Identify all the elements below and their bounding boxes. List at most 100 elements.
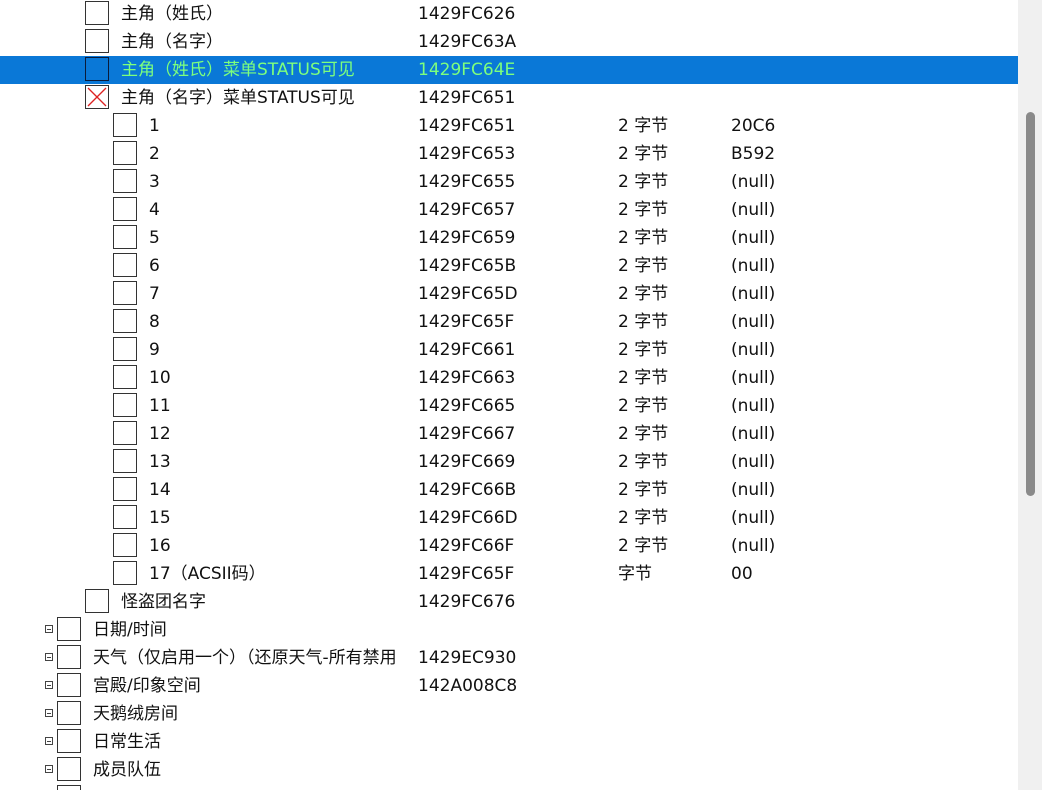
row-value xyxy=(731,588,931,616)
row-description: 3 xyxy=(149,172,160,192)
table-row[interactable]: 天鹅绒房间 xyxy=(0,700,1018,728)
row-address: 1429FC655 xyxy=(418,172,516,192)
active-checkbox[interactable] xyxy=(85,57,109,81)
table-row[interactable]: 16 1429FC66F 2 字节 (null) xyxy=(0,532,1018,560)
row-description: 主角（名字） xyxy=(121,32,223,52)
active-checkbox[interactable] xyxy=(113,113,137,137)
table-row[interactable]: 12 1429FC667 2 字节 (null) xyxy=(0,420,1018,448)
collapse-toggle-icon[interactable] xyxy=(45,709,53,717)
row-description: 天气（仅启用一个）（还原天气-所有禁用 xyxy=(93,648,397,668)
row-value: (null) xyxy=(731,172,776,192)
table-row[interactable]: 日期/时间 xyxy=(0,616,1018,644)
active-checkbox[interactable] xyxy=(113,505,137,529)
row-address: 1429FC663 xyxy=(418,368,516,388)
table-row[interactable]: 13 1429FC669 2 字节 (null) xyxy=(0,448,1018,476)
table-row[interactable]: 成员队伍 xyxy=(0,756,1018,784)
table-row[interactable]: 7 1429FC65D 2 字节 (null) xyxy=(0,280,1018,308)
active-checkbox[interactable] xyxy=(85,85,109,109)
row-description: 16 xyxy=(149,536,171,556)
table-row[interactable] xyxy=(0,784,1018,790)
table-row[interactable]: 1 1429FC651 2 字节 20C6 xyxy=(0,112,1018,140)
row-description: 4 xyxy=(149,200,160,220)
collapse-toggle-icon[interactable] xyxy=(45,653,53,661)
table-row[interactable]: 5 1429FC659 2 字节 (null) xyxy=(0,224,1018,252)
table-row[interactable]: 15 1429FC66D 2 字节 (null) xyxy=(0,504,1018,532)
table-row[interactable]: 14 1429FC66B 2 字节 (null) xyxy=(0,476,1018,504)
row-description: 主角（姓氏） xyxy=(121,4,223,24)
table-row[interactable]: 6 1429FC65B 2 字节 (null) xyxy=(0,252,1018,280)
row-type xyxy=(618,784,731,790)
active-checkbox[interactable] xyxy=(113,281,137,305)
row-type xyxy=(618,644,731,672)
table-row[interactable]: 天气（仅启用一个）（还原天气-所有禁用 1429EC930 xyxy=(0,644,1018,672)
table-row[interactable]: 日常生活 xyxy=(0,728,1018,756)
table-row[interactable]: 11 1429FC665 2 字节 (null) xyxy=(0,392,1018,420)
row-description: 日常生活 xyxy=(93,732,161,752)
active-checkbox[interactable] xyxy=(113,365,137,389)
row-description: 6 xyxy=(149,256,160,276)
row-address: 1429FC651 xyxy=(418,116,516,136)
active-checkbox[interactable] xyxy=(113,169,137,193)
table-row[interactable]: 4 1429FC657 2 字节 (null) xyxy=(0,196,1018,224)
active-checkbox[interactable] xyxy=(113,253,137,277)
row-description: 17（ACSII码） xyxy=(149,564,266,584)
active-checkbox[interactable] xyxy=(113,393,137,417)
collapse-toggle-icon[interactable] xyxy=(45,681,53,689)
table-row[interactable]: 主角（名字） 1429FC63A xyxy=(0,28,1018,56)
active-checkbox[interactable] xyxy=(57,785,81,790)
table-row[interactable]: 宫殿/印象空间 142A008C8 xyxy=(0,672,1018,700)
table-row[interactable]: 10 1429FC663 2 字节 (null) xyxy=(0,364,1018,392)
scrollbar-thumb[interactable] xyxy=(1026,112,1035,496)
table-row[interactable]: 主角（姓氏）菜单STATUS可见 1429FC64E xyxy=(0,56,1018,84)
row-type xyxy=(618,728,731,756)
row-value: 00 xyxy=(731,564,753,584)
active-checkbox[interactable] xyxy=(57,701,81,725)
row-value xyxy=(731,28,931,56)
table-row[interactable]: 3 1429FC655 2 字节 (null) xyxy=(0,168,1018,196)
active-checkbox[interactable] xyxy=(113,561,137,585)
row-type xyxy=(618,756,731,784)
active-checkbox[interactable] xyxy=(57,617,81,641)
row-description xyxy=(93,784,418,790)
row-type xyxy=(618,0,731,28)
table-row[interactable]: 17（ACSII码） 1429FC65F 字节 00 xyxy=(0,560,1018,588)
active-checkbox[interactable] xyxy=(57,729,81,753)
collapse-toggle-icon[interactable] xyxy=(45,737,53,745)
active-checkbox[interactable] xyxy=(113,477,137,501)
row-type xyxy=(618,672,731,700)
active-checkbox[interactable] xyxy=(85,1,109,25)
row-address: 142A008C8 xyxy=(418,676,518,696)
row-type: 2 字节 xyxy=(618,312,669,332)
table-row[interactable]: 2 1429FC653 2 字节 B592 xyxy=(0,140,1018,168)
active-checkbox[interactable] xyxy=(57,645,81,669)
active-checkbox[interactable] xyxy=(57,673,81,697)
active-checkbox[interactable] xyxy=(85,589,109,613)
row-description: 主角（姓氏）菜单STATUS可见 xyxy=(121,60,355,80)
table-row[interactable]: 怪盗团名字 1429FC676 xyxy=(0,588,1018,616)
active-checkbox[interactable] xyxy=(113,141,137,165)
active-checkbox[interactable] xyxy=(113,337,137,361)
active-checkbox[interactable] xyxy=(113,309,137,333)
table-row[interactable]: 9 1429FC661 2 字节 (null) xyxy=(0,336,1018,364)
active-checkbox[interactable] xyxy=(113,449,137,473)
row-value: (null) xyxy=(731,284,776,304)
table-row[interactable]: 主角（名字）菜单STATUS可见 1429FC651 xyxy=(0,84,1018,112)
table-row[interactable]: 8 1429FC65F 2 字节 (null) xyxy=(0,308,1018,336)
collapse-toggle-icon[interactable] xyxy=(45,765,53,773)
table-row[interactable]: 主角（姓氏） 1429FC626 xyxy=(0,0,1018,28)
row-address: 1429FC653 xyxy=(418,144,516,164)
active-checkbox[interactable] xyxy=(113,197,137,221)
active-checkbox[interactable] xyxy=(57,757,81,781)
vertical-scrollbar[interactable] xyxy=(1018,0,1042,790)
collapse-toggle-icon[interactable] xyxy=(45,625,53,633)
active-checkbox[interactable] xyxy=(113,225,137,249)
active-checkbox[interactable] xyxy=(113,533,137,557)
row-description: 日期/时间 xyxy=(93,620,167,640)
active-checkbox[interactable] xyxy=(85,29,109,53)
row-address: 1429FC65F xyxy=(418,312,515,332)
row-type: 2 字节 xyxy=(618,228,669,248)
row-type: 2 字节 xyxy=(618,368,669,388)
row-description: 成员队伍 xyxy=(93,760,161,780)
active-checkbox[interactable] xyxy=(113,421,137,445)
row-type: 2 字节 xyxy=(618,396,669,416)
